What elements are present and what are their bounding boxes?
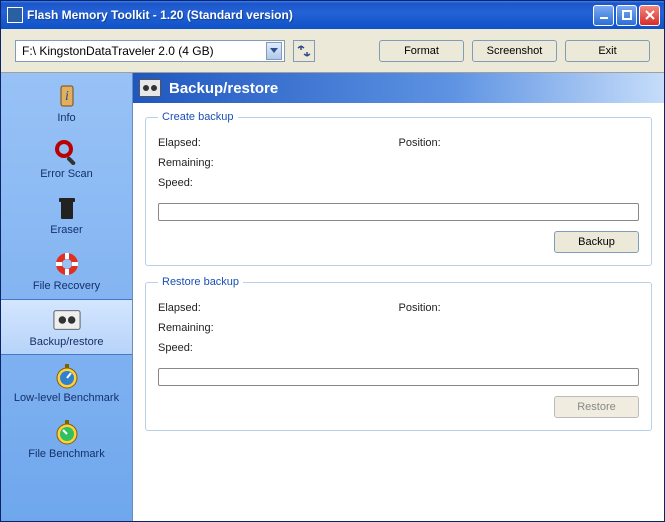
create-backup-group: Create backup Elapsed: Position: Remaini… bbox=[145, 111, 652, 266]
content-pane: Backup/restore Create backup Elapsed: Po… bbox=[133, 73, 664, 521]
tape-icon bbox=[53, 306, 81, 334]
window-title: Flash Memory Toolkit - 1.20 (Standard ve… bbox=[27, 8, 591, 22]
sidebar-item-label: File Recovery bbox=[33, 280, 100, 292]
restore-backup-legend: Restore backup bbox=[158, 276, 243, 288]
backup-button[interactable]: Backup bbox=[554, 231, 639, 253]
position-label: Position: bbox=[399, 137, 489, 149]
toolbar: F:\ KingstonDataTraveler 2.0 (4 GB) Form… bbox=[1, 29, 664, 73]
position-value bbox=[489, 137, 640, 149]
restore-backup-progress bbox=[158, 368, 639, 386]
position-value bbox=[489, 302, 640, 314]
sidebar-item-error-scan[interactable]: Error Scan bbox=[1, 131, 132, 187]
sidebar-item-info[interactable]: i Info bbox=[1, 75, 132, 131]
sidebar-item-eraser[interactable]: Eraser bbox=[1, 187, 132, 243]
position-label: Position: bbox=[399, 302, 489, 314]
exit-button[interactable]: Exit bbox=[565, 40, 650, 62]
remaining-value bbox=[248, 322, 399, 334]
info-icon: i bbox=[53, 82, 81, 110]
stopwatch-icon bbox=[53, 362, 81, 390]
restore-button: Restore bbox=[554, 396, 639, 418]
create-backup-legend: Create backup bbox=[158, 111, 238, 123]
refresh-button[interactable] bbox=[293, 40, 315, 62]
sidebar-item-label: Eraser bbox=[50, 224, 82, 236]
screenshot-button[interactable]: Screenshot bbox=[472, 40, 557, 62]
app-icon bbox=[7, 7, 23, 23]
elapsed-label: Elapsed: bbox=[158, 302, 248, 314]
magnifier-icon bbox=[53, 138, 81, 166]
drive-select[interactable]: F:\ KingstonDataTraveler 2.0 (4 GB) bbox=[15, 40, 285, 62]
elapsed-value bbox=[248, 302, 399, 314]
chevron-down-icon bbox=[266, 42, 282, 60]
trash-icon bbox=[53, 194, 81, 222]
stopwatch-green-icon bbox=[53, 418, 81, 446]
content-body: Create backup Elapsed: Position: Remaini… bbox=[133, 103, 664, 521]
remaining-value bbox=[248, 157, 399, 169]
remaining-label: Remaining: bbox=[158, 157, 248, 169]
speed-value bbox=[248, 177, 399, 189]
remaining-label: Remaining: bbox=[158, 322, 248, 334]
speed-label: Speed: bbox=[158, 342, 248, 354]
sidebar-item-file-benchmark[interactable]: File Benchmark bbox=[1, 411, 132, 467]
format-button[interactable]: Format bbox=[379, 40, 464, 62]
content-title: Backup/restore bbox=[169, 80, 278, 97]
svg-text:i: i bbox=[65, 89, 69, 104]
sidebar-item-low-level-benchmark[interactable]: Low-level Benchmark bbox=[1, 355, 132, 411]
maximize-button[interactable] bbox=[616, 5, 637, 26]
content-header: Backup/restore bbox=[133, 73, 664, 103]
sidebar: i Info Error Scan Eraser File bbox=[1, 73, 133, 521]
app-window: Flash Memory Toolkit - 1.20 (Standard ve… bbox=[0, 0, 665, 522]
refresh-icon bbox=[297, 44, 311, 58]
lifebuoy-icon bbox=[53, 250, 81, 278]
sidebar-item-label: Low-level Benchmark bbox=[14, 392, 119, 404]
sidebar-item-label: Info bbox=[57, 112, 75, 124]
sidebar-item-label: Error Scan bbox=[40, 168, 93, 180]
drive-select-value: F:\ KingstonDataTraveler 2.0 (4 GB) bbox=[22, 44, 214, 58]
speed-label: Speed: bbox=[158, 177, 248, 189]
sidebar-item-label: Backup/restore bbox=[30, 336, 104, 348]
elapsed-value bbox=[248, 137, 399, 149]
create-backup-progress bbox=[158, 203, 639, 221]
tape-icon bbox=[139, 79, 161, 97]
sidebar-item-backup-restore[interactable]: Backup/restore bbox=[1, 299, 132, 355]
restore-backup-group: Restore backup Elapsed: Position: Remain… bbox=[145, 276, 652, 431]
close-button[interactable] bbox=[639, 5, 660, 26]
sidebar-item-label: File Benchmark bbox=[28, 448, 104, 460]
elapsed-label: Elapsed: bbox=[158, 137, 248, 149]
titlebar: Flash Memory Toolkit - 1.20 (Standard ve… bbox=[1, 1, 664, 29]
minimize-button[interactable] bbox=[593, 5, 614, 26]
sidebar-item-file-recovery[interactable]: File Recovery bbox=[1, 243, 132, 299]
speed-value bbox=[248, 342, 399, 354]
body: i Info Error Scan Eraser File bbox=[1, 73, 664, 521]
